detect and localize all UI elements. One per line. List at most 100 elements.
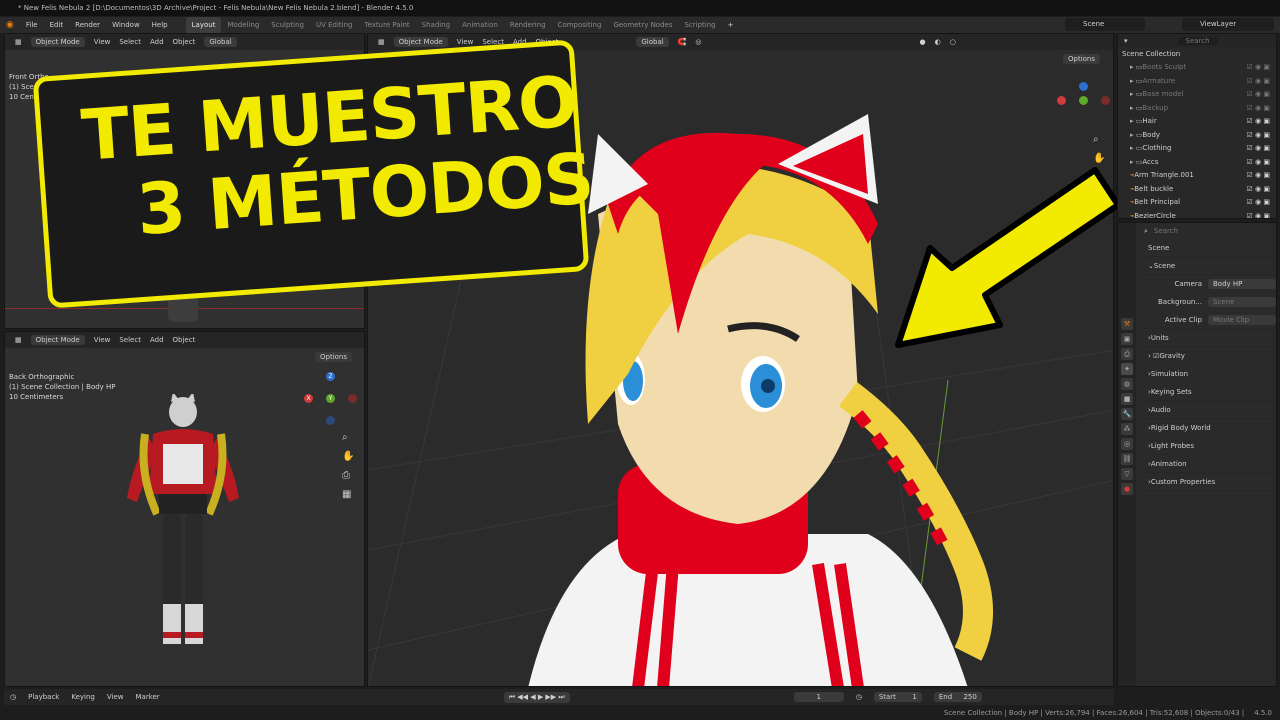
scene-selector[interactable]: Scene — [1065, 18, 1145, 31]
playback-controls[interactable]: ⏮ ◀◀ ◀ ▶ ▶▶ ⏭ — [503, 691, 570, 703]
collapsed-panel[interactable]: › ☑ Gravity — [1138, 347, 1276, 365]
zoom-icon[interactable]: ⌕ — [342, 428, 354, 447]
camera-selector[interactable]: Body HP — [1208, 279, 1276, 289]
editor-type-icon[interactable]: ▦ — [15, 336, 22, 344]
auto-keying-icon[interactable]: ◷ — [856, 693, 862, 701]
navigation-gizmo[interactable] — [1055, 82, 1113, 130]
outliner-item[interactable]: ▸ ▭ Hair ☑ ◉ ▣ — [1118, 115, 1276, 129]
gizmo-x[interactable]: X — [304, 394, 313, 403]
shading-rendered-icon[interactable]: ○ — [950, 38, 956, 46]
collapsed-panel[interactable]: › Rigid Body World — [1138, 419, 1276, 437]
visibility-eye-icon[interactable]: ☑ ◉ ▣ — [1247, 171, 1276, 179]
visibility-eye-icon[interactable]: ☑ ◉ ▣ — [1247, 185, 1276, 193]
current-frame-field[interactable]: 1 — [793, 692, 844, 702]
tool-tab-icon[interactable]: ⚒ — [1121, 318, 1133, 330]
scene-collection-row[interactable]: Scene Collection — [1118, 47, 1276, 61]
start-frame-field[interactable]: Start 1 — [873, 692, 922, 702]
gizmo-y[interactable] — [1079, 96, 1088, 105]
outliner-item[interactable]: ▸ ▭ Body ☑ ◉ ▣ — [1118, 128, 1276, 142]
menu-window[interactable]: Window — [106, 17, 146, 33]
outliner-item[interactable]: ⌁ BezierCircle ☑ ◉ ▣ — [1118, 209, 1276, 218]
gizmo-neg-x[interactable] — [348, 394, 357, 403]
tab-modeling[interactable]: Modeling — [221, 17, 265, 33]
proportional-edit-icon[interactable]: ◎ — [695, 38, 701, 46]
material-tab-icon[interactable]: ● — [1121, 483, 1133, 495]
visibility-eye-icon[interactable]: ☑ ◉ ▣ — [1247, 212, 1276, 218]
camera-icon[interactable]: ⎙ — [342, 466, 354, 485]
blender-logo-icon[interactable]: ◉ — [0, 17, 20, 33]
tab-geometry-nodes[interactable]: Geometry Nodes — [607, 17, 678, 33]
tab-scripting[interactable]: Scripting — [678, 17, 721, 33]
outliner-item[interactable]: ▸ ▭ Boots Sculpt ☑ ◉ ▣ — [1118, 61, 1276, 75]
gizmo-z[interactable]: Z — [326, 372, 335, 381]
render-tab-icon[interactable]: ▣ — [1121, 333, 1133, 345]
menu-select[interactable]: Select — [119, 336, 141, 344]
tab-animation[interactable]: Animation — [456, 17, 504, 33]
menu-edit[interactable]: Edit — [44, 17, 70, 33]
collapsed-panel[interactable]: › Light Probes — [1138, 437, 1276, 455]
shading-material-icon[interactable]: ◐ — [935, 38, 941, 46]
outliner-item[interactable]: ▸ ▭ Accs ☑ ◉ ▣ — [1118, 155, 1276, 169]
gizmo-neg-x[interactable] — [1101, 96, 1110, 105]
marker-menu[interactable]: Marker — [135, 693, 159, 701]
constraints-tab-icon[interactable]: ⛓ — [1121, 453, 1133, 465]
data-tab-icon[interactable]: ▽ — [1121, 468, 1133, 480]
filter-icon[interactable]: ▾ — [1124, 37, 1128, 45]
editor-type-icon[interactable]: ▦ — [15, 38, 22, 46]
gizmo-x[interactable] — [1057, 96, 1066, 105]
add-workspace-icon[interactable]: + — [722, 17, 740, 33]
collapsed-panel[interactable]: › Units — [1138, 329, 1276, 347]
active-clip-selector[interactable]: Movie Clip — [1208, 314, 1276, 325]
visibility-eye-icon[interactable]: ☑ ◉ ▣ — [1247, 63, 1276, 71]
editor-type-icon[interactable]: ▦ — [378, 38, 385, 46]
physics-tab-icon[interactable]: ◎ — [1121, 438, 1133, 450]
tab-texture-paint[interactable]: Texture Paint — [359, 17, 416, 33]
view-layer-selector[interactable]: ViewLayer — [1182, 18, 1274, 31]
outliner-item[interactable]: ▸ ▭ Clothing ☑ ◉ ▣ — [1118, 142, 1276, 156]
visibility-eye-icon[interactable]: ☑ ◉ ▣ — [1247, 198, 1276, 206]
visibility-eye-icon[interactable]: ☑ ◉ ▣ — [1247, 104, 1276, 112]
bottom-left-viewport[interactable]: ▦ Object Mode View Select Add Object Opt… — [4, 331, 365, 687]
zoom-icon[interactable]: ⌕ — [1093, 130, 1105, 149]
visibility-eye-icon[interactable]: ☑ ◉ ▣ — [1247, 90, 1276, 98]
transform-orientation[interactable]: Global — [636, 37, 669, 47]
mode-selector[interactable]: Object Mode — [30, 37, 85, 47]
object-tab-icon[interactable]: ■ — [1121, 393, 1133, 405]
visibility-eye-icon[interactable]: ☑ ◉ ▣ — [1247, 131, 1276, 139]
collapsed-panel[interactable]: › Simulation — [1138, 365, 1276, 383]
menu-file[interactable]: File — [20, 17, 44, 33]
outliner-item[interactable]: ⌁ Belt buckle ☑ ◉ ▣ — [1118, 182, 1276, 196]
tab-layout[interactable]: Layout — [185, 17, 222, 33]
menu-object[interactable]: Object — [173, 38, 196, 46]
visibility-eye-icon[interactable]: ☑ ◉ ▣ — [1247, 158, 1276, 166]
particles-tab-icon[interactable]: ⁂ — [1121, 423, 1133, 435]
gizmo-y[interactable]: Y — [326, 394, 335, 403]
mode-selector[interactable]: Object Mode — [30, 335, 85, 345]
tab-compositing[interactable]: Compositing — [552, 17, 608, 33]
outliner-item[interactable]: ▸ ▭ Base model ☑ ◉ ▣ — [1118, 88, 1276, 102]
keying-menu[interactable]: Keying — [71, 693, 95, 701]
menu-add[interactable]: Add — [150, 38, 164, 46]
tab-rendering[interactable]: Rendering — [504, 17, 552, 33]
visibility-eye-icon[interactable]: ☑ ◉ ▣ — [1247, 77, 1276, 85]
tab-uv-editing[interactable]: UV Editing — [310, 17, 359, 33]
modifier-tab-icon[interactable]: 🔧 — [1121, 408, 1133, 420]
collapsed-panel[interactable]: › Custom Properties — [1138, 473, 1276, 491]
world-tab-icon[interactable]: ◍ — [1121, 378, 1133, 390]
tab-shading[interactable]: Shading — [416, 17, 456, 33]
menu-view[interactable]: View — [94, 38, 111, 46]
menu-help[interactable]: Help — [146, 17, 174, 33]
outliner-item[interactable]: ⌁ Belt Principal ☑ ◉ ▣ — [1118, 196, 1276, 210]
properties-search[interactable]: Search — [1154, 227, 1178, 235]
outliner-item[interactable]: ⌁ Arm Triangle.001 ☑ ◉ ▣ — [1118, 169, 1276, 183]
view-menu[interactable]: View — [107, 693, 124, 701]
shading-solid-icon[interactable]: ● — [920, 38, 926, 46]
end-frame-field[interactable]: End 250 — [933, 692, 982, 702]
collapsed-panel[interactable]: › Animation — [1138, 455, 1276, 473]
visibility-eye-icon[interactable]: ☑ ◉ ▣ — [1247, 144, 1276, 152]
collapsed-panel[interactable]: › Keying Sets — [1138, 383, 1276, 401]
outliner-search[interactable]: Search — [1177, 36, 1218, 45]
outliner-item[interactable]: ▸ ▭ Armature ☑ ◉ ▣ — [1118, 74, 1276, 88]
tab-sculpting[interactable]: Sculpting — [265, 17, 310, 33]
menu-object[interactable]: Object — [173, 336, 196, 344]
